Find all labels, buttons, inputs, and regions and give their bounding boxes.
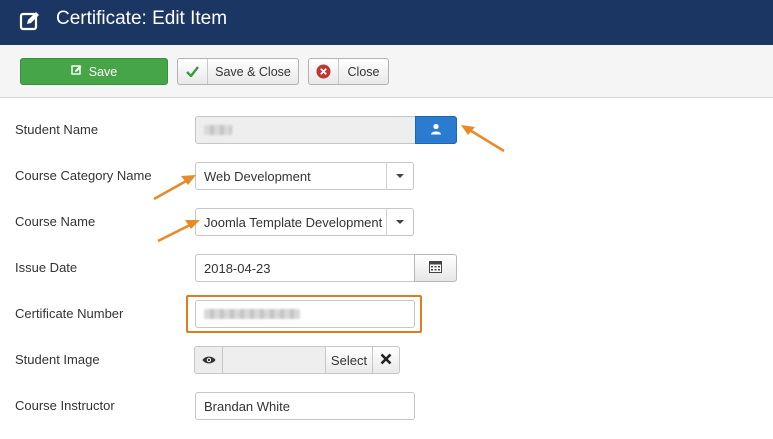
close-circle-icon bbox=[309, 59, 339, 84]
save-label: Save bbox=[88, 64, 118, 79]
certificate-number-input[interactable] bbox=[195, 300, 415, 328]
student-name-label: Student Name bbox=[15, 122, 99, 137]
annotation-arrow-icon bbox=[157, 220, 200, 243]
issue-date-label: Issue Date bbox=[15, 260, 78, 275]
close-button[interactable]: Close bbox=[308, 58, 389, 85]
select-user-button[interactable] bbox=[415, 116, 457, 144]
close-label: Close bbox=[347, 64, 380, 79]
select-label: Select bbox=[330, 352, 368, 368]
blurred-value bbox=[204, 309, 300, 319]
certificate-number-label: Certificate Number bbox=[15, 306, 124, 321]
annotation-arrow-icon bbox=[153, 175, 196, 201]
save-close-button[interactable]: Save & Close bbox=[177, 58, 299, 85]
student-name-field[interactable] bbox=[195, 116, 416, 144]
course-name-label: Course Name bbox=[15, 214, 96, 229]
student-image-picker: Select bbox=[194, 346, 400, 374]
annotation-arrow-icon bbox=[461, 125, 505, 153]
course-category-select[interactable]: Web Development bbox=[195, 162, 388, 190]
page-title: Certificate: Edit Item bbox=[56, 8, 228, 29]
chevron-down-icon bbox=[396, 220, 404, 224]
save-button[interactable]: Save bbox=[20, 58, 168, 85]
title-bar: Certificate: Edit Item bbox=[0, 0, 773, 45]
issue-date-input[interactable]: 2018-04-23 bbox=[195, 254, 415, 282]
edit-icon bbox=[19, 10, 41, 35]
course-name-select[interactable]: Joomla Template Development bbox=[195, 208, 387, 236]
save-close-label: Save & Close bbox=[215, 64, 291, 79]
close-icon bbox=[380, 353, 392, 368]
calendar-icon bbox=[429, 260, 442, 276]
course-category-value: Web Development bbox=[204, 168, 311, 184]
course-instructor-value: Brandan White bbox=[204, 398, 290, 414]
image-path-field bbox=[223, 346, 326, 374]
course-name-value: Joomla Template Development bbox=[204, 214, 383, 230]
chevron-down-icon bbox=[396, 174, 404, 178]
issue-date-value: 2018-04-23 bbox=[204, 260, 271, 276]
edit-icon bbox=[71, 64, 83, 79]
blurred-value bbox=[204, 125, 232, 135]
student-image-label: Student Image bbox=[15, 352, 100, 367]
preview-button[interactable] bbox=[194, 346, 223, 374]
toolbar: Save Save & Close Close bbox=[0, 45, 773, 98]
calendar-button[interactable] bbox=[414, 254, 457, 282]
course-name-dropdown[interactable] bbox=[386, 208, 414, 236]
course-instructor-input[interactable]: Brandan White bbox=[195, 392, 415, 420]
course-category-dropdown[interactable] bbox=[386, 162, 414, 190]
clear-image-button[interactable] bbox=[373, 346, 400, 374]
select-image-button[interactable]: Select bbox=[326, 346, 373, 374]
course-instructor-label: Course Instructor bbox=[15, 398, 115, 413]
eye-icon bbox=[202, 353, 216, 368]
user-icon bbox=[430, 123, 442, 138]
course-category-label: Course Category Name bbox=[15, 168, 152, 183]
check-icon bbox=[178, 59, 208, 84]
